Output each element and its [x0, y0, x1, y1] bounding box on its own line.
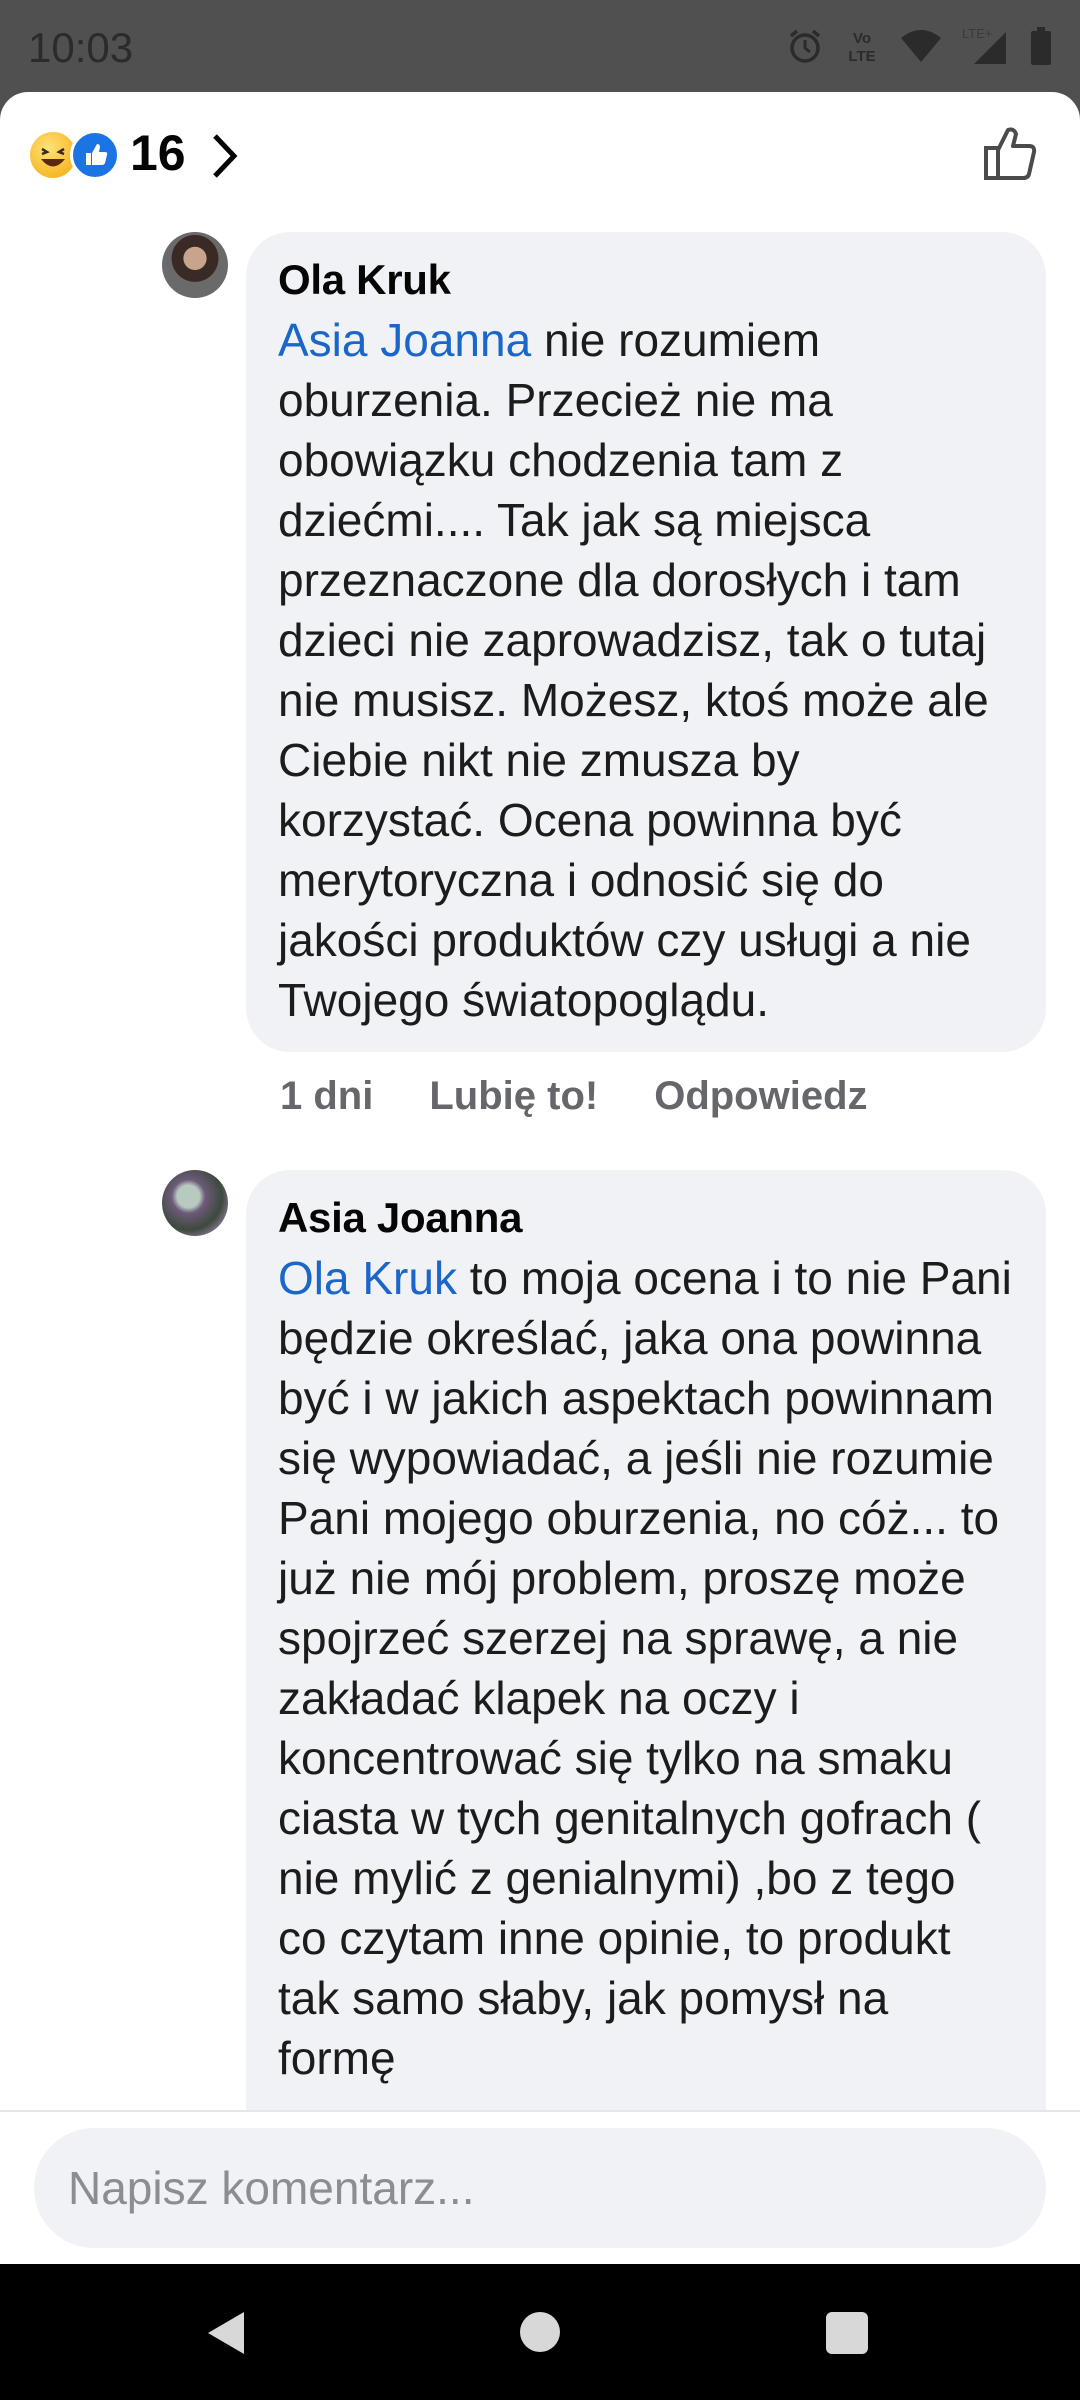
navigation-bar [0, 2264, 1080, 2400]
comment-text: Asia Joanna nie rozumiem oburzenia. Prze… [278, 310, 1014, 1030]
comment-author[interactable]: Ola Kruk [278, 256, 1014, 304]
status-time: 10:03 [28, 24, 134, 71]
comment-input[interactable] [34, 2128, 1046, 2248]
wifi-icon [901, 30, 941, 62]
comment-bubble[interactable]: Asia Joanna Ola Kruk to moja ocena i to … [246, 1170, 1046, 2264]
svg-text:LTE: LTE [848, 48, 875, 65]
reaction-count: 16 [130, 125, 186, 181]
status-icons: Vo LTE LTE+ [786, 26, 1052, 66]
comment-text: Ola Kruk to moja ocena i to nie Pani będ… [278, 1248, 1014, 2088]
mention-link[interactable]: Ola Kruk [278, 1252, 457, 1304]
comment-composer [0, 2110, 1080, 2264]
comment-author[interactable]: Asia Joanna [278, 1194, 1014, 1242]
like-emoji-icon [70, 130, 120, 180]
reactions-header[interactable]: 16 [0, 92, 1080, 220]
comment-actions: 1 dni Lubię to! Odpowiedz [280, 1074, 868, 1119]
comments-sheet: 16 Ola Kruk Asia Joanna nie rozumiem obu… [0, 92, 1080, 2264]
like-button[interactable]: Lubię to! [429, 1074, 598, 1119]
comment-bubble[interactable]: Ola Kruk Asia Joanna nie rozumiem oburze… [246, 232, 1046, 1052]
alarm-icon [789, 29, 821, 63]
lte-signal-icon: LTE+ [962, 26, 1006, 64]
status-bar: 10:03 Vo LTE LTE+ [0, 0, 1080, 92]
battery-icon [1031, 27, 1051, 65]
reply-button[interactable]: Odpowiedz [654, 1074, 867, 1119]
like-outline-icon[interactable] [982, 124, 1040, 182]
chevron-right-icon[interactable] [210, 132, 238, 180]
comment-body: to moja ocena i to nie Pani będzie okreś… [278, 1252, 1012, 2084]
back-button[interactable] [202, 2308, 252, 2358]
reaction-emojis[interactable] [28, 130, 120, 182]
volte-icon: Vo LTE [848, 30, 875, 65]
svg-text:LTE+: LTE+ [962, 26, 992, 41]
avatar[interactable] [162, 232, 228, 298]
avatar[interactable] [162, 1170, 228, 1236]
svg-text:Vo: Vo [853, 30, 871, 47]
home-button[interactable] [520, 2312, 560, 2352]
comment-body: nie rozumiem oburzenia. Przecież nie ma … [278, 314, 989, 1026]
comment-time: 1 dni [280, 1074, 374, 1118]
recents-button[interactable] [826, 2312, 868, 2354]
mention-link[interactable]: Asia Joanna [278, 314, 531, 366]
